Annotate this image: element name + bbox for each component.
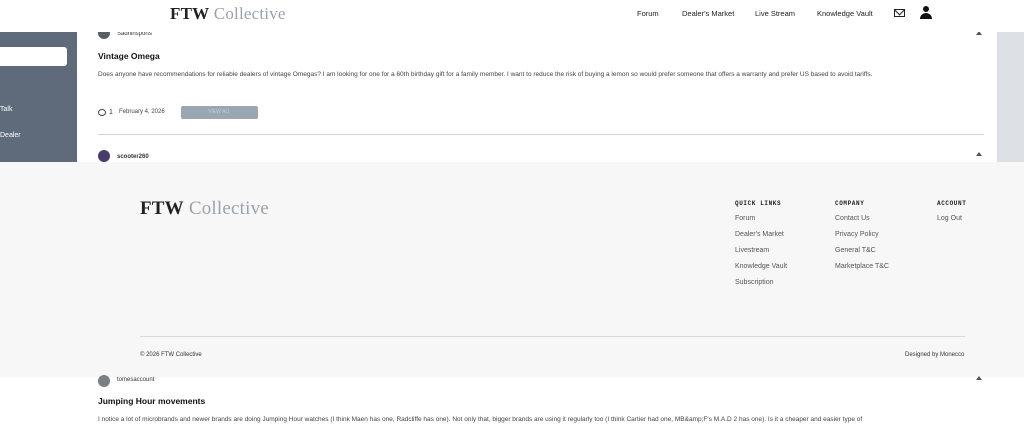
post-title[interactable]: Jumping Hour movements xyxy=(98,396,205,406)
footer-link-subscription[interactable]: Subscription xyxy=(735,279,774,286)
post-username[interactable]: scooter260 xyxy=(117,154,149,160)
comment-count: 1 xyxy=(109,109,113,116)
footer-link-knowledge-vault[interactable]: Knowledge Vault xyxy=(735,263,787,270)
footer-link-contact-us[interactable]: Contact Us xyxy=(835,215,870,222)
post-body: Does anyone have recommendations for rel… xyxy=(98,71,873,78)
footer-link-marketplace-tc[interactable]: Marketplace T&C xyxy=(835,263,889,270)
nav-dealers-market[interactable]: Dealer's Market xyxy=(682,9,734,18)
footer-link-general-tc[interactable]: General T&C xyxy=(835,247,876,254)
footer-link-livestream[interactable]: Livestream xyxy=(735,247,769,254)
nav-live-stream[interactable]: Live Stream xyxy=(755,9,795,18)
post-date: February 4, 2026 xyxy=(119,109,165,115)
collapse-caret-icon[interactable] xyxy=(976,152,982,156)
logo-bold-text: FTW xyxy=(170,4,210,23)
sidebar-item-dealer[interactable]: Dealer xyxy=(0,132,21,139)
nav-knowledge-vault[interactable]: Knowledge Vault xyxy=(817,9,873,18)
site-footer: FTW Collective QUICK LINKS Forum Dealer'… xyxy=(0,162,1024,377)
post-username[interactable]: tomesaccount xyxy=(117,377,154,383)
sidebar-item-talk[interactable]: Talk xyxy=(0,106,12,113)
scroll-track[interactable] xyxy=(997,32,1024,162)
footer-link-log-out[interactable]: Log Out xyxy=(937,215,962,222)
footer-divider xyxy=(140,336,965,337)
avatar[interactable] xyxy=(98,375,110,387)
copyright-text: © 2026 FTW Collective xyxy=(140,352,202,358)
avatar[interactable] xyxy=(98,150,110,162)
designed-by-link[interactable]: Designed by Monecco xyxy=(905,352,964,358)
footer-heading-account: ACCOUNT xyxy=(937,200,967,207)
mail-icon[interactable] xyxy=(894,9,905,17)
comment-icon[interactable] xyxy=(98,109,106,116)
nav-forum[interactable]: Forum xyxy=(637,9,659,18)
logo-light-text: Collective xyxy=(213,4,286,23)
footer-link-dealers-market[interactable]: Dealer's Market xyxy=(735,231,784,238)
forum-sidebar: Talk Dealer xyxy=(0,32,77,162)
footer-heading-company: COMPANY xyxy=(835,200,865,207)
post-divider xyxy=(98,134,984,135)
logo-light-text: Collective xyxy=(188,198,269,219)
sidebar-search-input[interactable] xyxy=(0,47,67,66)
post-body: I notice a lot of microbrands and newer … xyxy=(98,416,863,423)
header-logo[interactable]: FTW Collective xyxy=(170,4,286,24)
footer-logo[interactable]: FTW Collective xyxy=(140,198,269,220)
footer-heading-quick-links: QUICK LINKS xyxy=(735,200,782,207)
logo-bold-text: FTW xyxy=(140,198,184,219)
user-icon[interactable] xyxy=(920,6,932,20)
site-header: FTW Collective Forum Dealer's Market Liv… xyxy=(0,0,1024,32)
footer-link-forum[interactable]: Forum xyxy=(735,215,755,222)
footer-link-privacy-policy[interactable]: Privacy Policy xyxy=(835,231,879,238)
post-title[interactable]: Vintage Omega xyxy=(98,51,160,61)
view-all-button[interactable]: VIEW ALL xyxy=(181,106,258,119)
collapse-caret-icon[interactable] xyxy=(976,376,982,380)
